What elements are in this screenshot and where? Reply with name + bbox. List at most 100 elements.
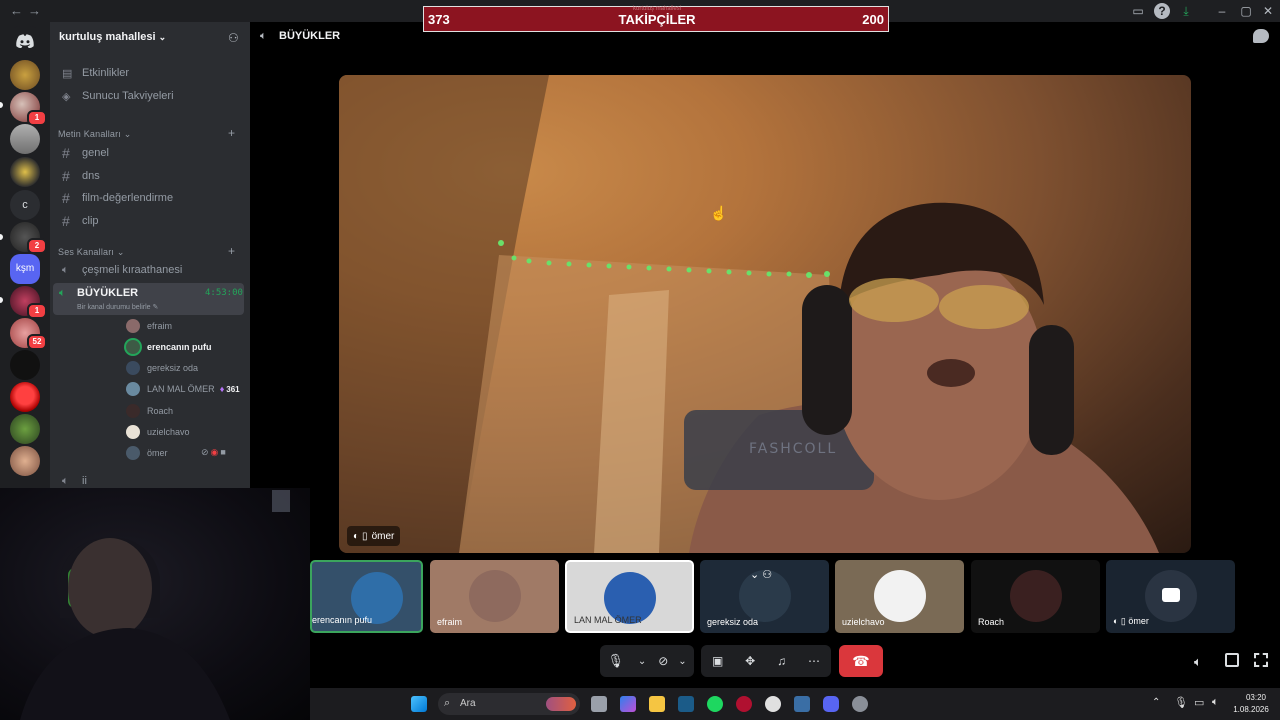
camera-options-chevron-icon[interactable]: ⌄ — [678, 656, 686, 667]
overlay-faded-text: kurtuluş mahallesi — [632, 6, 682, 12]
forward-arrow-icon[interactable]: → — [28, 3, 41, 18]
spotify-icon[interactable] — [707, 696, 723, 712]
speaker-icon: 🔈︎ — [62, 474, 69, 487]
main-video-stage[interactable]: FASHCOLL ◐ ▯ ömer — [339, 75, 1191, 553]
discord-home-icon[interactable] — [10, 26, 40, 56]
server-icon-13[interactable] — [10, 446, 40, 476]
back-arrow-icon[interactable]: ← — [10, 3, 23, 18]
deafened-icon: ◐ — [353, 530, 360, 542]
clock-time[interactable]: 03:20 — [1236, 693, 1276, 702]
channel-status-hint[interactable]: Bir kanal durumu belirle ✎ — [77, 303, 158, 311]
settings-gear-icon[interactable] — [852, 696, 868, 712]
task-view-icon[interactable] — [591, 696, 607, 712]
avatar — [126, 404, 140, 418]
channel-dns[interactable]: # dns — [58, 165, 244, 187]
invite-people-icon[interactable]: ⚇ — [228, 31, 239, 45]
participant-tile[interactable]: uzielchavo — [835, 560, 964, 633]
user-status-icons: ⊘◉■ — [201, 447, 228, 458]
voice-user-name: LAN MAL ÖMER — [147, 384, 215, 394]
chat-icon[interactable] — [1253, 29, 1269, 43]
avatar — [126, 361, 140, 375]
steam-icon[interactable] — [678, 696, 694, 712]
active-channel-label: BÜYÜKLER — [77, 287, 139, 299]
server-icon-12[interactable] — [10, 414, 40, 444]
channel-film[interactable]: # film-değerlendirme — [58, 187, 244, 209]
text-channels-category[interactable]: Metin Kanalları ⌄ — [58, 129, 131, 140]
server-icon-4[interactable] — [10, 157, 40, 187]
voice-channel-cesmeli[interactable]: 🔈︎ çeşmeli kıraathanesi — [58, 259, 244, 281]
tray-volume-icon[interactable]: 🔈︎ — [1212, 696, 1219, 709]
avatar — [126, 382, 140, 396]
participant-name: ◐ ▯ ömer — [1113, 616, 1149, 626]
participant-tile[interactable]: Roach — [971, 560, 1100, 633]
download-icon[interactable]: ⤓ — [1178, 3, 1194, 19]
server-name-header[interactable]: kurtuluş mahallesi ⌄ — [59, 31, 166, 43]
add-voice-channel-icon[interactable]: + — [228, 244, 235, 258]
participant-name: gereksiz oda — [707, 617, 759, 627]
voice-channels-category[interactable]: Ses Kanalları ⌄ — [58, 247, 125, 258]
hash-icon: # — [62, 213, 70, 229]
voice-user[interactable]: uzielchavo — [126, 422, 190, 442]
menu-server-boosts[interactable]: ◈ Sunucu Takviyeleri — [58, 85, 244, 107]
fullscreen-icon[interactable] — [1254, 653, 1268, 667]
menu-events[interactable]: ▤ Etkinlikler — [58, 62, 244, 84]
help-icon[interactable]: ? — [1154, 3, 1170, 19]
windows-start-icon[interactable] — [411, 696, 427, 712]
hash-icon: # — [62, 190, 70, 206]
app-icon[interactable] — [794, 696, 810, 712]
tray-chevron-icon[interactable]: ⌃ — [1152, 697, 1160, 708]
server-icon-10[interactable] — [10, 350, 40, 380]
server-icon-1[interactable] — [10, 60, 40, 90]
obs-icon[interactable] — [765, 696, 781, 712]
disconnect-button[interactable]: ☎ — [839, 645, 883, 677]
channel-label: ii — [82, 475, 87, 487]
inbox-icon[interactable]: ▭ — [1130, 3, 1146, 19]
clock-date[interactable]: 1.08.2026 — [1226, 705, 1276, 714]
microphone-icon[interactable]: 🎙︎ — [607, 653, 624, 669]
speaker-icon: 🔈︎ — [62, 263, 69, 276]
volume-icon[interactable]: 🔈︎ — [1194, 654, 1202, 670]
maximize-icon[interactable]: ▢ — [1238, 3, 1254, 19]
participant-tile[interactable]: ⌄ ⚇ gereksiz oda — [700, 560, 829, 633]
voice-user[interactable]: erencanın pufu — [126, 337, 212, 357]
close-icon[interactable]: ✕ — [1260, 3, 1276, 19]
participant-tile[interactable]: ◐ ▯ ömer — [1106, 560, 1235, 633]
participant-tile[interactable]: erencanın pufu — [310, 560, 423, 633]
activities-icon[interactable]: ✥ — [745, 654, 755, 668]
unread-badge: 1 — [27, 110, 47, 126]
voice-user[interactable]: gereksiz oda — [126, 358, 198, 378]
add-channel-icon[interactable]: + — [228, 126, 235, 140]
voice-user[interactable]: Roach — [126, 401, 173, 421]
minimize-icon[interactable]: – — [1214, 3, 1230, 19]
channel-sidebar: kurtuluş mahallesi ⌄ ⚇ ▤ Etkinlikler ◈ Sun… — [50, 22, 250, 488]
discord-taskbar-icon[interactable] — [823, 696, 839, 712]
taskbar-search-box[interactable]: ⌕ Ara — [438, 693, 580, 715]
server-icon-11[interactable] — [10, 382, 40, 412]
voice-user[interactable]: ömer — [126, 443, 168, 463]
copilot-icon[interactable] — [620, 696, 636, 712]
tray-display-icon[interactable]: ▭ — [1194, 696, 1204, 709]
tile-menu-icon[interactable]: ⌄ ⚇ — [750, 568, 772, 581]
channel-genel[interactable]: # genel — [58, 142, 244, 164]
voice-channel-active[interactable]: 🔈︎ BÜYÜKLER 4:53:00 Bir kanal durumu bel… — [53, 283, 244, 315]
mic-options-chevron-icon[interactable]: ⌄ — [638, 656, 646, 667]
avatar — [126, 446, 140, 460]
server-icon-c[interactable]: c — [10, 190, 40, 220]
pop-out-icon[interactable] — [1225, 653, 1239, 667]
voice-user[interactable]: efraim — [126, 316, 172, 336]
channel-clip[interactable]: # clip — [58, 210, 244, 232]
participant-tile[interactable]: efraim — [430, 560, 559, 633]
voice-user[interactable]: LAN MAL ÖMER ♦ 361 — [126, 379, 240, 399]
camera-off-icon[interactable]: ⊘ — [658, 654, 668, 668]
opera-icon[interactable] — [736, 696, 752, 712]
screen-share-icon[interactable]: ▣ — [712, 654, 723, 668]
server-icon-ksm[interactable]: kşm — [10, 254, 40, 284]
tray-mic-icon[interactable]: 🎙︎ — [1174, 696, 1188, 709]
server-icon-3[interactable] — [10, 124, 40, 154]
soundboard-icon[interactable]: ♫ — [777, 654, 786, 668]
file-explorer-icon[interactable] — [649, 696, 665, 712]
unread-badge: 2 — [27, 238, 47, 254]
participant-tile[interactable]: LAN MAL ÖMER — [565, 560, 694, 633]
more-options-icon[interactable]: ⋯ — [808, 654, 820, 668]
video-scene: FASHCOLL — [339, 75, 1159, 553]
